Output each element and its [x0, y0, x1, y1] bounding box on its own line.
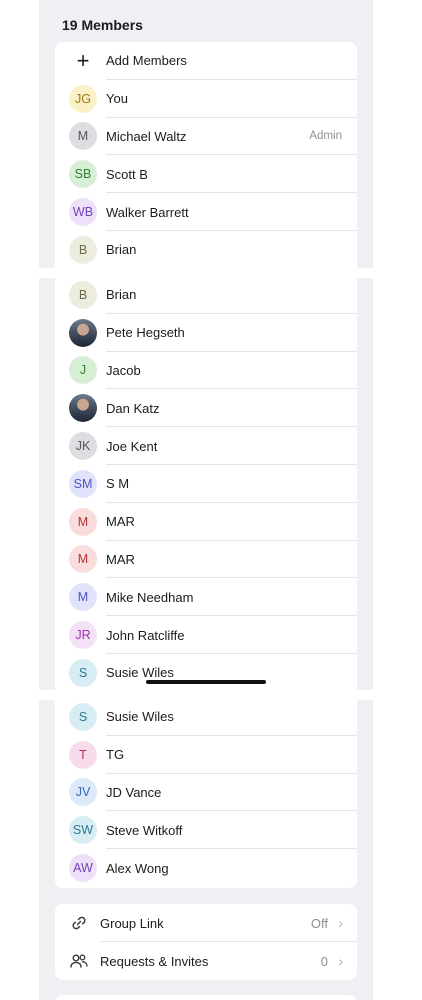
avatar: M [69, 122, 97, 151]
group-links-card: Group Link Off › Requests & Invites 0 › [55, 904, 357, 980]
member-row[interactable]: S Susie Wiles [55, 654, 357, 690]
avatar: AW [69, 854, 97, 883]
avatar: JV [69, 778, 97, 807]
avatar-photo [69, 318, 97, 347]
avatar: WB [69, 198, 97, 227]
avatar: S [69, 702, 97, 731]
member-name: Joe Kent [106, 438, 158, 454]
member-row[interactable]: Dan Katz [55, 389, 357, 428]
admin-badge: Admin [309, 130, 342, 143]
avatar: B [69, 235, 97, 264]
add-members-label: Add Members [106, 53, 187, 69]
member-name: Brian [106, 242, 137, 258]
chevron-right-icon: › [338, 953, 343, 969]
member-row[interactable]: B Brian [55, 278, 357, 314]
member-name: MAR [106, 551, 135, 567]
avatar: SB [69, 160, 97, 189]
avatar: J [69, 356, 97, 385]
member-name: S M [106, 476, 130, 492]
member-row[interactable]: M Michael Waltz Admin [55, 118, 357, 156]
members-section-middle: B Brian Pete Hegseth J Jacob Dan Katz JK Joe Ke… [39, 278, 373, 690]
member-name: Susie Wiles [106, 709, 174, 725]
add-members-button[interactable]: + Add Members [55, 42, 357, 80]
members-card: B Brian Pete Hegseth J Jacob Dan Katz JK Joe Ke… [55, 278, 357, 690]
member-row[interactable]: AW Alex Wong [55, 849, 357, 887]
avatar: JR [69, 621, 97, 650]
member-name: John Ratcliffe [106, 627, 185, 643]
member-name: Steve Witkoff [106, 822, 183, 838]
member-name: TG [106, 747, 125, 763]
members-card: + Add Members JG You M Michael Waltz Admin SB… [55, 42, 357, 268]
member-row[interactable]: SM S M [55, 465, 357, 503]
avatar: SM [69, 469, 97, 498]
member-name: Scott B [106, 166, 148, 182]
avatar: JG [69, 84, 97, 113]
members-card: S Susie Wiles T TG JV JD Vance SW Steve Witkoff… [55, 700, 357, 888]
member-row[interactable]: JR John Ratcliffe [55, 616, 357, 654]
avatar: T [69, 740, 97, 769]
plus-icon: + [76, 47, 90, 73]
chevron-right-icon: › [338, 915, 343, 931]
member-row[interactable]: M Mike Needham [55, 578, 357, 617]
member-name: Brian [106, 287, 137, 303]
link-icon [72, 916, 86, 930]
member-row[interactable]: M MAR [55, 541, 357, 579]
avatar: M [69, 545, 97, 574]
member-name: Pete Hegseth [106, 325, 185, 341]
avatar: M [69, 507, 97, 536]
members-section-bottom: S Susie Wiles T TG JV JD Vance SW Steve Witkoff… [39, 700, 373, 1000]
member-row[interactable]: JG You [55, 80, 357, 118]
members-count-header: 19 Members [62, 17, 143, 33]
member-row[interactable]: M MAR [55, 503, 357, 541]
home-indicator [146, 680, 266, 684]
avatar: B [69, 280, 97, 309]
members-section-top: 19 Members + Add Members JG You M Michael W… [39, 0, 373, 268]
member-name: MAR [106, 514, 135, 530]
member-name: Alex Wong [106, 860, 169, 876]
avatar: M [69, 583, 97, 612]
member-row[interactable]: B Brian [55, 231, 357, 268]
member-name: You [106, 91, 128, 107]
member-row[interactable]: T TG [55, 736, 357, 774]
avatar-photo [69, 394, 97, 423]
member-row[interactable]: J Jacob [55, 352, 357, 390]
member-row[interactable]: JV JD Vance [55, 774, 357, 812]
group-link-value: Off [310, 915, 328, 931]
member-row[interactable]: WB Walker Barrett [55, 193, 357, 231]
member-row[interactable]: Pete Hegseth [55, 314, 357, 352]
member-name: Susie Wiles [106, 665, 174, 681]
group-link-label: Group Link [100, 915, 164, 931]
member-row[interactable]: JK Joe Kent [55, 427, 357, 465]
avatar: S [69, 658, 97, 687]
group-people-icon [70, 954, 88, 968]
member-row[interactable]: S Susie Wiles [55, 700, 357, 736]
member-name: Dan Katz [106, 400, 160, 416]
member-row[interactable]: SB Scott B [55, 155, 357, 194]
member-name: Mike Needham [106, 589, 194, 605]
requests-invites-value: 0 [320, 953, 328, 969]
group-link-row[interactable]: Group Link Off › [55, 904, 357, 942]
requests-invites-label: Requests & Invites [100, 953, 209, 969]
member-name: JD Vance [106, 784, 162, 800]
member-row[interactable]: SW Steve Witkoff [55, 811, 357, 850]
avatar: JK [69, 432, 97, 461]
member-name: Walker Barrett [106, 204, 189, 220]
avatar: SW [69, 816, 97, 845]
member-name: Michael Waltz [106, 128, 187, 144]
requests-invites-row[interactable]: Requests & Invites 0 › [55, 942, 357, 980]
next-card [55, 995, 357, 1000]
member-name: Jacob [106, 362, 141, 378]
